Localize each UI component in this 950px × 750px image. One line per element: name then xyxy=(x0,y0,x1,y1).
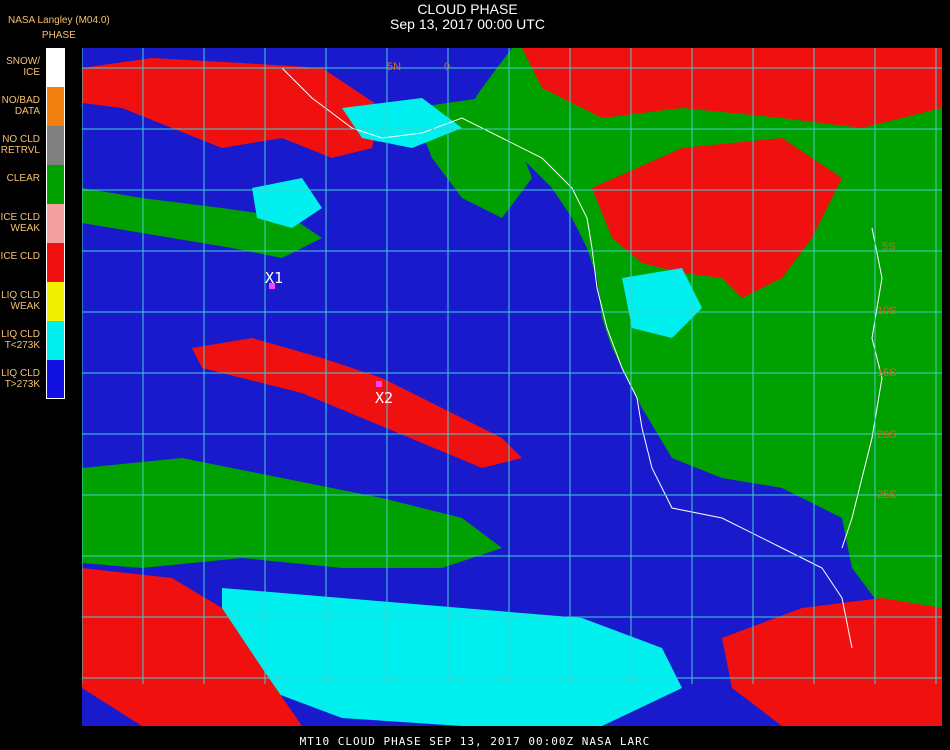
legend-label: NO/BAD DATA xyxy=(1,95,40,117)
legend-item: CLEAR xyxy=(0,165,66,204)
legend-item: ICE CLD WEAK xyxy=(0,204,66,243)
legend-swatch xyxy=(46,204,65,243)
map-svg: 5N 0 5S 10S 15S 20S 25S X1 X2 xyxy=(81,48,942,726)
legend-swatch xyxy=(46,243,65,282)
marker-x2-label: X2 xyxy=(375,389,393,407)
legend-swatch xyxy=(46,87,65,126)
legend-label: ICE CLD WEAK xyxy=(0,212,40,234)
land-africa xyxy=(462,48,942,648)
liquid-cloud-south xyxy=(222,588,682,726)
latitude-label: 5S xyxy=(882,241,895,253)
legend-label: LIQ CLD T>273K xyxy=(1,368,40,390)
legend-item: LIQ CLD T>273K xyxy=(0,360,66,399)
cloud-phase-map: 5N 0 5S 10S 15S 20S 25S X1 X2 xyxy=(81,48,942,726)
ice-cloud-band xyxy=(192,338,522,468)
legend-swatch xyxy=(46,282,65,321)
legend-swatch xyxy=(46,321,65,360)
latitude-label: 10S xyxy=(877,305,897,317)
latitude-label: 20S xyxy=(877,429,897,441)
legend-swatch xyxy=(46,360,65,399)
latitude-label: 15S xyxy=(877,367,897,379)
legend-item: NO/BAD DATA xyxy=(0,87,66,126)
legend-swatch xyxy=(46,48,65,87)
legend-label: LIQ CLD WEAK xyxy=(1,290,40,312)
legend-item: ICE CLD xyxy=(0,243,66,282)
latitude-label: 25S xyxy=(877,489,897,501)
page-title: CLOUD PHASE Sep 13, 2017 00:00 UTC xyxy=(0,2,935,32)
legend-label: SNOW/ ICE xyxy=(6,56,40,78)
legend-item: LIQ CLD T<273K xyxy=(0,321,66,360)
marker-x2-dot xyxy=(376,381,382,387)
legend-label: CLEAR xyxy=(6,173,40,184)
latitude-label: 5N xyxy=(387,61,401,73)
legend-swatch xyxy=(46,165,65,204)
legend-label: LIQ CLD T<273K xyxy=(1,329,40,351)
clear-region-southwest xyxy=(82,458,502,568)
title-main: CLOUD PHASE xyxy=(417,1,518,17)
legend-swatch xyxy=(46,126,65,165)
legend-item: NO CLD RETRVL xyxy=(0,126,66,165)
latitude-label: 0 xyxy=(444,61,450,73)
legend-item: SNOW/ ICE xyxy=(0,48,66,87)
footer-caption: MT10 CLOUD PHASE SEP 13, 2017 00:00Z NAS… xyxy=(299,735,651,748)
ice-cloud-northwest xyxy=(82,58,382,158)
legend-item: LIQ CLD WEAK xyxy=(0,282,66,321)
marker-x1-label: X1 xyxy=(265,269,283,287)
legend-label: NO CLD RETRVL xyxy=(0,134,40,156)
marker-x1: X1 xyxy=(265,269,283,289)
legend-label: ICE CLD xyxy=(0,251,40,262)
title-date: Sep 13, 2017 00:00 UTC xyxy=(390,16,545,32)
